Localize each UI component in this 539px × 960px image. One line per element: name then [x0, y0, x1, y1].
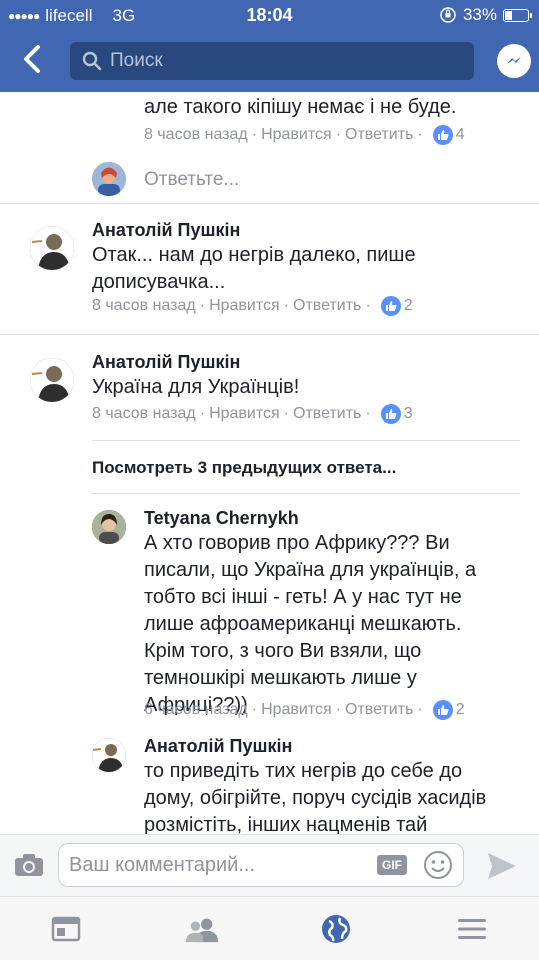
gif-button[interactable]: GIF	[377, 855, 407, 875]
like-count: 4	[455, 126, 465, 143]
reply-link[interactable]: Ответить	[345, 699, 413, 721]
comment-input-box[interactable]: GIF	[58, 843, 464, 887]
comment-text-line: Україна для Українців!	[92, 376, 300, 398]
reply-author[interactable]: Tetyana Chernykh	[144, 506, 299, 530]
reply-meta: 6 часов назад · Нравится · Ответить · 2	[144, 699, 465, 721]
reply-text-line: темношкірі мешкають лише у	[144, 667, 417, 689]
comment-meta: 8 часов назад · Нравится · Ответить · 3	[92, 403, 413, 425]
author-avatar	[30, 226, 74, 270]
comment-time: 8 часов назад	[92, 297, 196, 314]
reply-text-line: тобто всі інші - геть! А у нас тут не	[144, 586, 462, 608]
reply-text-line: розмістіть, інших нацменів тай	[144, 814, 428, 834]
comment-time: 8 часов назад	[92, 405, 196, 422]
tab-friends[interactable]	[186, 913, 218, 945]
search-input[interactable]	[110, 50, 410, 72]
tab-bar	[0, 896, 539, 960]
top-bar: ●●●●● lifecell 3G 18:04 33%	[0, 0, 539, 92]
battery-percent: 33%	[462, 5, 497, 24]
messenger-button[interactable]	[497, 44, 531, 78]
reply-link[interactable]: Ответить	[345, 124, 413, 146]
menu-icon	[458, 919, 486, 939]
tab-notifications[interactable]	[320, 913, 352, 945]
comment-text-line: дописувачка...	[92, 271, 226, 293]
divider	[92, 440, 520, 441]
reply-text: А хто говорив про Африку??? Ви писали, щ…	[144, 530, 476, 719]
divider	[0, 334, 539, 335]
battery-icon	[503, 8, 532, 22]
comment-meta: 8 часов назад · Нравится · Ответить · 4	[144, 124, 465, 146]
status-bar: ●●●●● lifecell 3G 18:04 33%	[0, 0, 539, 30]
comment-text: але такого кіпішу немає і не буде.	[144, 96, 457, 118]
news-feed-icon	[51, 916, 81, 942]
globe-icon	[322, 915, 350, 943]
camera-icon[interactable]	[14, 853, 44, 877]
comment-input[interactable]	[69, 853, 359, 877]
comment-partial: але такого кіпішу немає і не буде.	[144, 94, 456, 121]
reply-prompt[interactable]: Ответьте...	[144, 166, 239, 193]
like-count: 2	[455, 701, 465, 718]
reply-text-line: то приведіть тих негрів до себе до	[144, 760, 463, 782]
sticker-icon[interactable]	[423, 850, 453, 880]
reply-text-line: Крім того, з чого Ви взяли, що	[144, 640, 422, 662]
reply-text-line: дому, обігрійте, поруч сусідів хасидів	[144, 787, 487, 809]
comment-composer: GIF	[0, 834, 539, 896]
divider	[92, 493, 520, 494]
reply-text-line: А хто говорив про Африку??? Ви	[144, 532, 450, 554]
messenger-icon	[507, 57, 521, 64]
divider	[0, 203, 539, 204]
search-bar[interactable]	[70, 42, 474, 80]
like-thumb-icon	[380, 296, 401, 316]
like-thumb-icon	[432, 125, 453, 145]
like-link[interactable]: Нравится	[261, 699, 332, 721]
search-icon	[82, 51, 102, 71]
my-avatar	[92, 162, 126, 196]
comment-author[interactable]: Анатолій Пушкін	[92, 218, 240, 242]
author-avatar	[92, 738, 126, 772]
like-link[interactable]: Нравится	[209, 403, 280, 425]
orientation-lock-icon	[440, 7, 456, 23]
like-thumb-icon	[432, 700, 453, 720]
comments-feed: але такого кіпішу немає і не буде. 8 час…	[0, 92, 539, 834]
reply-author[interactable]: Анатолій Пушкін	[144, 734, 292, 758]
reply-link[interactable]: Ответить	[293, 403, 361, 425]
reply-link[interactable]: Ответить	[293, 295, 361, 317]
like-link[interactable]: Нравится	[209, 295, 280, 317]
reply-text-line: лише афроамериканці мешкають.	[144, 613, 462, 635]
comment-author[interactable]: Анатолій Пушкін	[92, 350, 240, 374]
like-count: 2	[403, 297, 413, 314]
tab-menu[interactable]	[456, 913, 488, 945]
send-icon[interactable]	[486, 851, 518, 881]
tab-news-feed[interactable]	[50, 913, 82, 945]
comment-meta: 8 часов назад · Нравится · Ответить · 2	[92, 295, 413, 317]
view-previous-replies-link[interactable]: Посмотреть 3 предыдущих ответа...	[92, 456, 396, 480]
like-count: 3	[403, 405, 413, 422]
friends-icon	[186, 918, 218, 943]
comment-text-line: Отак... нам до негрів далеко, пише	[92, 244, 416, 266]
author-avatar	[30, 358, 74, 402]
reply-text-line: писали, що Україна для українців, а	[144, 559, 477, 581]
like-thumb-icon	[380, 404, 401, 424]
reply-text: то приведіть тих негрів до себе до дому,…	[144, 758, 486, 834]
comment-time: 8 часов назад	[144, 126, 248, 143]
back-arrow-icon[interactable]	[18, 44, 46, 74]
reply-time: 6 часов назад	[144, 701, 248, 718]
like-link[interactable]: Нравится	[261, 124, 332, 146]
author-avatar	[92, 510, 126, 544]
